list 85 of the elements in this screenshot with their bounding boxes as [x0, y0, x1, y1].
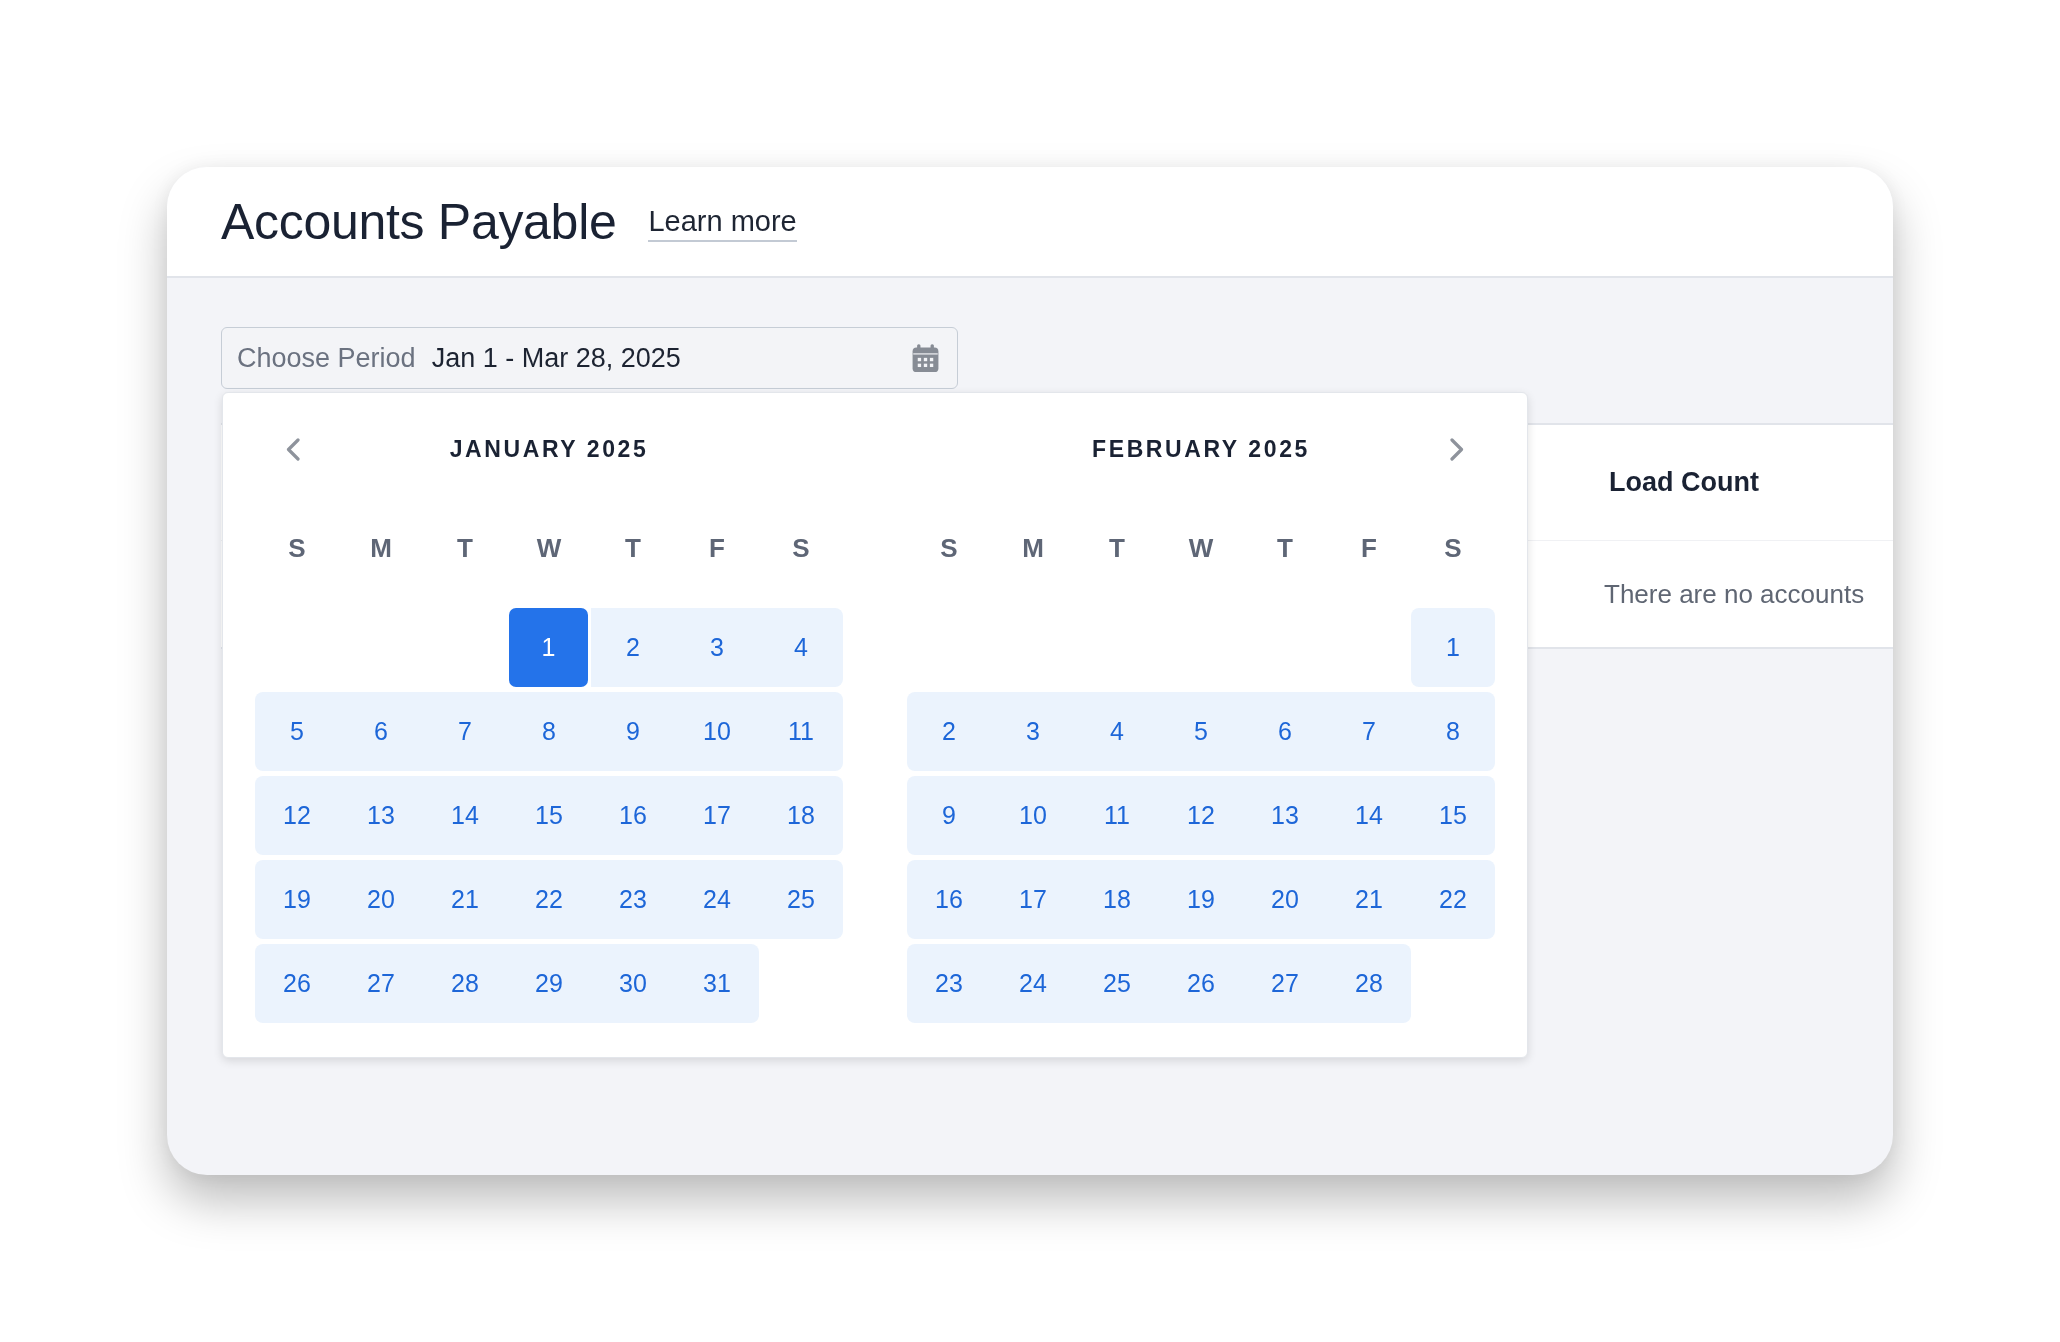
- calendar-day[interactable]: 13: [1243, 776, 1327, 855]
- calendar-day[interactable]: 22: [1411, 860, 1495, 939]
- calendar-day[interactable]: 4: [1075, 692, 1159, 771]
- calendar-day[interactable]: 26: [255, 944, 339, 1023]
- learn-more-link[interactable]: Learn more: [648, 205, 797, 242]
- calendar-day[interactable]: 20: [1243, 860, 1327, 939]
- calendar-day[interactable]: 15: [1411, 776, 1495, 855]
- calendar-day[interactable]: 2: [907, 692, 991, 771]
- weekday-label: T: [456, 532, 474, 564]
- weekday-label: F: [1360, 532, 1378, 564]
- column-header: Load Count: [1608, 467, 1760, 498]
- calendar-day[interactable]: 14: [1327, 776, 1411, 855]
- calendar-day[interactable]: 25: [1075, 944, 1159, 1023]
- calendar-day[interactable]: 14: [423, 776, 507, 855]
- weekday-label: T: [1108, 532, 1126, 564]
- calendar-day[interactable]: 13: [339, 776, 423, 855]
- weekday-label: M: [1021, 532, 1045, 564]
- calendar-day[interactable]: 19: [255, 860, 339, 939]
- calendar-day[interactable]: 3: [675, 608, 759, 687]
- calendar-day[interactable]: 1: [509, 608, 588, 687]
- calendar-day[interactable]: 22: [507, 860, 591, 939]
- calendar-day[interactable]: 16: [591, 776, 675, 855]
- weekday-label: W: [1187, 532, 1215, 564]
- field-value: Jan 1 - Mar 28, 2025: [431, 342, 681, 374]
- calendar-day[interactable]: 5: [255, 692, 339, 771]
- calendar-day[interactable]: 24: [675, 860, 759, 939]
- field-label: Choose Period: [237, 342, 416, 374]
- calendar-day[interactable]: 24: [991, 944, 1075, 1023]
- weekday-label: S: [287, 532, 307, 564]
- calendar-day[interactable]: 16: [907, 860, 991, 939]
- calendar-day[interactable]: 21: [423, 860, 507, 939]
- calendar-day[interactable]: 21: [1327, 860, 1411, 939]
- calendar-day[interactable]: 6: [1243, 692, 1327, 771]
- calendar-day[interactable]: 17: [991, 860, 1075, 939]
- chevron-right-icon[interactable]: [1450, 437, 1464, 461]
- calendar-day[interactable]: 4: [759, 608, 843, 687]
- page-title: Accounts Payable: [221, 192, 617, 251]
- calendar-day[interactable]: 28: [1327, 944, 1411, 1023]
- date-range-field[interactable]: Choose Period Jan 1 - Mar 28, 2025: [221, 327, 958, 389]
- calendar-day[interactable]: 17: [675, 776, 759, 855]
- calendar-day[interactable]: 18: [1075, 860, 1159, 939]
- calendar-day[interactable]: 10: [991, 776, 1075, 855]
- calendar-day[interactable]: 3: [991, 692, 1075, 771]
- calendar-day[interactable]: 20: [339, 860, 423, 939]
- calendar-day[interactable]: 12: [255, 776, 339, 855]
- calendar-day[interactable]: 28: [423, 944, 507, 1023]
- weekday-label: T: [1276, 532, 1294, 564]
- weekday-label: T: [624, 532, 642, 564]
- calendar-day[interactable]: 7: [423, 692, 507, 771]
- month-title: FEBRUARY 2025: [1091, 435, 1311, 463]
- calendar-day[interactable]: 2: [591, 608, 675, 687]
- chevron-left-icon[interactable]: [286, 437, 300, 461]
- weekday-label: M: [369, 532, 393, 564]
- calendar-day[interactable]: 9: [907, 776, 991, 855]
- calendar-day[interactable]: 12: [1159, 776, 1243, 855]
- calendar-day[interactable]: 8: [507, 692, 591, 771]
- calendar-day[interactable]: 23: [591, 860, 675, 939]
- calendar-day[interactable]: 18: [759, 776, 843, 855]
- calendar-day[interactable]: 19: [1159, 860, 1243, 939]
- calendar-day[interactable]: 10: [675, 692, 759, 771]
- calendar-day[interactable]: 5: [1159, 692, 1243, 771]
- weekday-label: S: [939, 532, 959, 564]
- weekday-label: F: [708, 532, 726, 564]
- calendar-day[interactable]: 26: [1159, 944, 1243, 1023]
- month-title: JANUARY 2025: [448, 435, 650, 463]
- calendar-day[interactable]: 27: [1243, 944, 1327, 1023]
- weekday-label: S: [791, 532, 811, 564]
- calendar-day[interactable]: 6: [339, 692, 423, 771]
- calendar-day[interactable]: 23: [907, 944, 991, 1023]
- weekday-label: S: [1443, 532, 1463, 564]
- empty-message: There are no accounts: [1603, 578, 1866, 610]
- calendar-day[interactable]: 11: [759, 692, 843, 771]
- calendar-icon[interactable]: [910, 342, 941, 374]
- calendar-day[interactable]: 7: [1327, 692, 1411, 771]
- calendar-day[interactable]: 9: [591, 692, 675, 771]
- calendar-day[interactable]: 8: [1411, 692, 1495, 771]
- calendar-day[interactable]: 31: [675, 944, 759, 1023]
- weekday-label: W: [535, 532, 563, 564]
- calendar-day[interactable]: 15: [507, 776, 591, 855]
- calendar-day[interactable]: 1: [1411, 608, 1495, 687]
- calendar-day[interactable]: 30: [591, 944, 675, 1023]
- calendar-day[interactable]: 11: [1075, 776, 1159, 855]
- calendar-day[interactable]: 25: [759, 860, 843, 939]
- calendar-day[interactable]: 29: [507, 944, 591, 1023]
- calendar-day[interactable]: 27: [339, 944, 423, 1023]
